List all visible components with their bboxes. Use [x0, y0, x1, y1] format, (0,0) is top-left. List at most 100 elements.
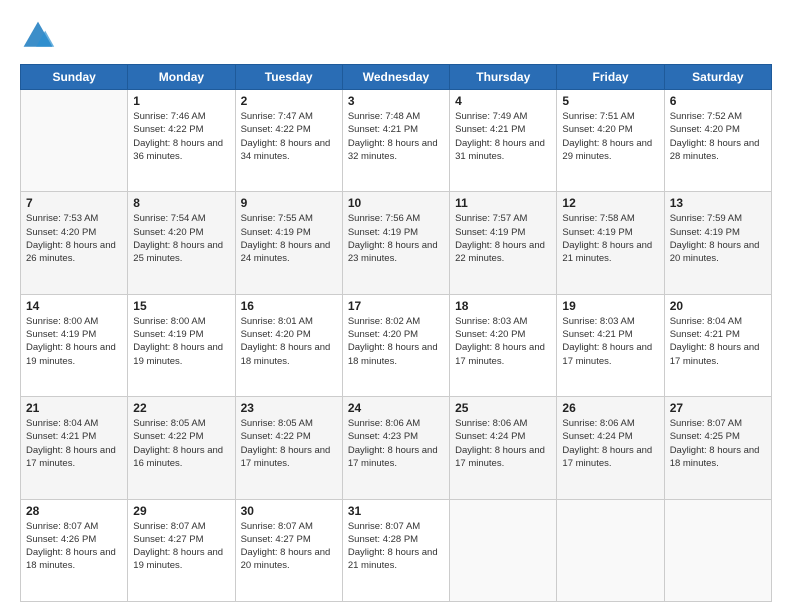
day-info: Sunrise: 7:53 AMSunset: 4:20 PMDaylight:…: [26, 212, 122, 265]
day-number: 7: [26, 196, 122, 210]
calendar-week-row: 21Sunrise: 8:04 AMSunset: 4:21 PMDayligh…: [21, 397, 772, 499]
day-info: Sunrise: 8:06 AMSunset: 4:24 PMDaylight:…: [562, 417, 658, 470]
calendar-cell: 24Sunrise: 8:06 AMSunset: 4:23 PMDayligh…: [342, 397, 449, 499]
day-number: 3: [348, 94, 444, 108]
day-info: Sunrise: 8:07 AMSunset: 4:27 PMDaylight:…: [133, 520, 229, 573]
day-info: Sunrise: 8:02 AMSunset: 4:20 PMDaylight:…: [348, 315, 444, 368]
calendar-cell: 7 Sunrise: 7:53 AMSunset: 4:20 PMDaylight…: [21, 192, 128, 294]
day-info: Sunrise: 8:07 AMSunset: 4:27 PMDaylight:…: [241, 520, 337, 573]
day-number: 4: [455, 94, 551, 108]
calendar-week-row: 7 Sunrise: 7:53 AMSunset: 4:20 PMDaylight…: [21, 192, 772, 294]
calendar-cell: 26Sunrise: 8:06 AMSunset: 4:24 PMDayligh…: [557, 397, 664, 499]
day-header-friday: Friday: [557, 65, 664, 90]
day-info: Sunrise: 7:48 AMSunset: 4:21 PMDaylight:…: [348, 110, 444, 163]
calendar-table: SundayMondayTuesdayWednesdayThursdayFrid…: [20, 64, 772, 602]
calendar-cell: [557, 499, 664, 601]
header: [20, 18, 772, 54]
day-info: Sunrise: 7:54 AMSunset: 4:20 PMDaylight:…: [133, 212, 229, 265]
calendar-cell: 17 Sunrise: 8:02 AMSunset: 4:20 PMDayligh…: [342, 294, 449, 396]
day-info: Sunrise: 8:00 AMSunset: 4:19 PMDaylight:…: [133, 315, 229, 368]
calendar-cell: 23 Sunrise: 8:05 AMSunset: 4:22 PMDayligh…: [235, 397, 342, 499]
calendar-cell: [664, 499, 771, 601]
calendar-cell: 15 Sunrise: 8:00 AMSunset: 4:19 PMDayligh…: [128, 294, 235, 396]
day-info: Sunrise: 8:05 AMSunset: 4:22 PMDaylight:…: [241, 417, 337, 470]
calendar-cell: 30Sunrise: 8:07 AMSunset: 4:27 PMDayligh…: [235, 499, 342, 601]
calendar-week-row: 1 Sunrise: 7:46 AMSunset: 4:22 PMDaylight…: [21, 90, 772, 192]
day-number: 23: [241, 401, 337, 415]
day-number: 31: [348, 504, 444, 518]
day-info: Sunrise: 7:55 AMSunset: 4:19 PMDaylight:…: [241, 212, 337, 265]
day-header-saturday: Saturday: [664, 65, 771, 90]
calendar-cell: 6 Sunrise: 7:52 AMSunset: 4:20 PMDaylight…: [664, 90, 771, 192]
day-info: Sunrise: 7:52 AMSunset: 4:20 PMDaylight:…: [670, 110, 766, 163]
calendar-cell: 21Sunrise: 8:04 AMSunset: 4:21 PMDayligh…: [21, 397, 128, 499]
day-number: 20: [670, 299, 766, 313]
day-header-wednesday: Wednesday: [342, 65, 449, 90]
calendar-cell: 9 Sunrise: 7:55 AMSunset: 4:19 PMDaylight…: [235, 192, 342, 294]
calendar-cell: 25 Sunrise: 8:06 AMSunset: 4:24 PMDayligh…: [450, 397, 557, 499]
day-header-sunday: Sunday: [21, 65, 128, 90]
day-number: 22: [133, 401, 229, 415]
day-number: 27: [670, 401, 766, 415]
day-info: Sunrise: 8:01 AMSunset: 4:20 PMDaylight:…: [241, 315, 337, 368]
day-info: Sunrise: 7:49 AMSunset: 4:21 PMDaylight:…: [455, 110, 551, 163]
day-info: Sunrise: 8:00 AMSunset: 4:19 PMDaylight:…: [26, 315, 122, 368]
day-number: 13: [670, 196, 766, 210]
day-number: 19: [562, 299, 658, 313]
day-info: Sunrise: 7:59 AMSunset: 4:19 PMDaylight:…: [670, 212, 766, 265]
calendar-cell: 10 Sunrise: 7:56 AMSunset: 4:19 PMDayligh…: [342, 192, 449, 294]
day-number: 9: [241, 196, 337, 210]
day-number: 11: [455, 196, 551, 210]
calendar-header-row: SundayMondayTuesdayWednesdayThursdayFrid…: [21, 65, 772, 90]
day-number: 12: [562, 196, 658, 210]
calendar-cell: 2 Sunrise: 7:47 AMSunset: 4:22 PMDaylight…: [235, 90, 342, 192]
calendar-cell: 31 Sunrise: 8:07 AMSunset: 4:28 PMDayligh…: [342, 499, 449, 601]
day-number: 15: [133, 299, 229, 313]
calendar-cell: 4 Sunrise: 7:49 AMSunset: 4:21 PMDaylight…: [450, 90, 557, 192]
day-number: 14: [26, 299, 122, 313]
day-number: 2: [241, 94, 337, 108]
day-info: Sunrise: 8:07 AMSunset: 4:26 PMDaylight:…: [26, 520, 122, 573]
day-number: 6: [670, 94, 766, 108]
calendar-cell: [450, 499, 557, 601]
day-info: Sunrise: 8:03 AMSunset: 4:21 PMDaylight:…: [562, 315, 658, 368]
logo-icon: [20, 18, 56, 54]
calendar-cell: 8 Sunrise: 7:54 AMSunset: 4:20 PMDaylight…: [128, 192, 235, 294]
day-number: 17: [348, 299, 444, 313]
calendar-cell: 14 Sunrise: 8:00 AMSunset: 4:19 PMDayligh…: [21, 294, 128, 396]
day-info: Sunrise: 8:06 AMSunset: 4:24 PMDaylight:…: [455, 417, 551, 470]
day-info: Sunrise: 8:07 AMSunset: 4:25 PMDaylight:…: [670, 417, 766, 470]
calendar-cell: 29 Sunrise: 8:07 AMSunset: 4:27 PMDayligh…: [128, 499, 235, 601]
day-info: Sunrise: 8:04 AMSunset: 4:21 PMDaylight:…: [670, 315, 766, 368]
day-info: Sunrise: 7:51 AMSunset: 4:20 PMDaylight:…: [562, 110, 658, 163]
day-info: Sunrise: 8:07 AMSunset: 4:28 PMDaylight:…: [348, 520, 444, 573]
day-info: Sunrise: 7:47 AMSunset: 4:22 PMDaylight:…: [241, 110, 337, 163]
calendar-cell: 11Sunrise: 7:57 AMSunset: 4:19 PMDayligh…: [450, 192, 557, 294]
day-number: 10: [348, 196, 444, 210]
calendar-cell: 20 Sunrise: 8:04 AMSunset: 4:21 PMDayligh…: [664, 294, 771, 396]
calendar-cell: 16Sunrise: 8:01 AMSunset: 4:20 PMDayligh…: [235, 294, 342, 396]
day-info: Sunrise: 7:56 AMSunset: 4:19 PMDaylight:…: [348, 212, 444, 265]
calendar-cell: 3 Sunrise: 7:48 AMSunset: 4:21 PMDaylight…: [342, 90, 449, 192]
day-info: Sunrise: 7:46 AMSunset: 4:22 PMDaylight:…: [133, 110, 229, 163]
day-number: 21: [26, 401, 122, 415]
day-number: 8: [133, 196, 229, 210]
day-number: 28: [26, 504, 122, 518]
calendar-cell: 18Sunrise: 8:03 AMSunset: 4:20 PMDayligh…: [450, 294, 557, 396]
day-info: Sunrise: 8:03 AMSunset: 4:20 PMDaylight:…: [455, 315, 551, 368]
day-number: 25: [455, 401, 551, 415]
calendar-cell: 5Sunrise: 7:51 AMSunset: 4:20 PMDaylight…: [557, 90, 664, 192]
day-number: 1: [133, 94, 229, 108]
calendar-week-row: 28 Sunrise: 8:07 AMSunset: 4:26 PMDayligh…: [21, 499, 772, 601]
day-number: 29: [133, 504, 229, 518]
page: SundayMondayTuesdayWednesdayThursdayFrid…: [0, 0, 792, 612]
day-info: Sunrise: 7:58 AMSunset: 4:19 PMDaylight:…: [562, 212, 658, 265]
day-header-thursday: Thursday: [450, 65, 557, 90]
calendar-cell: [21, 90, 128, 192]
day-info: Sunrise: 8:06 AMSunset: 4:23 PMDaylight:…: [348, 417, 444, 470]
calendar-week-row: 14 Sunrise: 8:00 AMSunset: 4:19 PMDayligh…: [21, 294, 772, 396]
calendar-cell: 22 Sunrise: 8:05 AMSunset: 4:22 PMDayligh…: [128, 397, 235, 499]
calendar-cell: 27 Sunrise: 8:07 AMSunset: 4:25 PMDayligh…: [664, 397, 771, 499]
day-info: Sunrise: 8:05 AMSunset: 4:22 PMDaylight:…: [133, 417, 229, 470]
day-header-tuesday: Tuesday: [235, 65, 342, 90]
